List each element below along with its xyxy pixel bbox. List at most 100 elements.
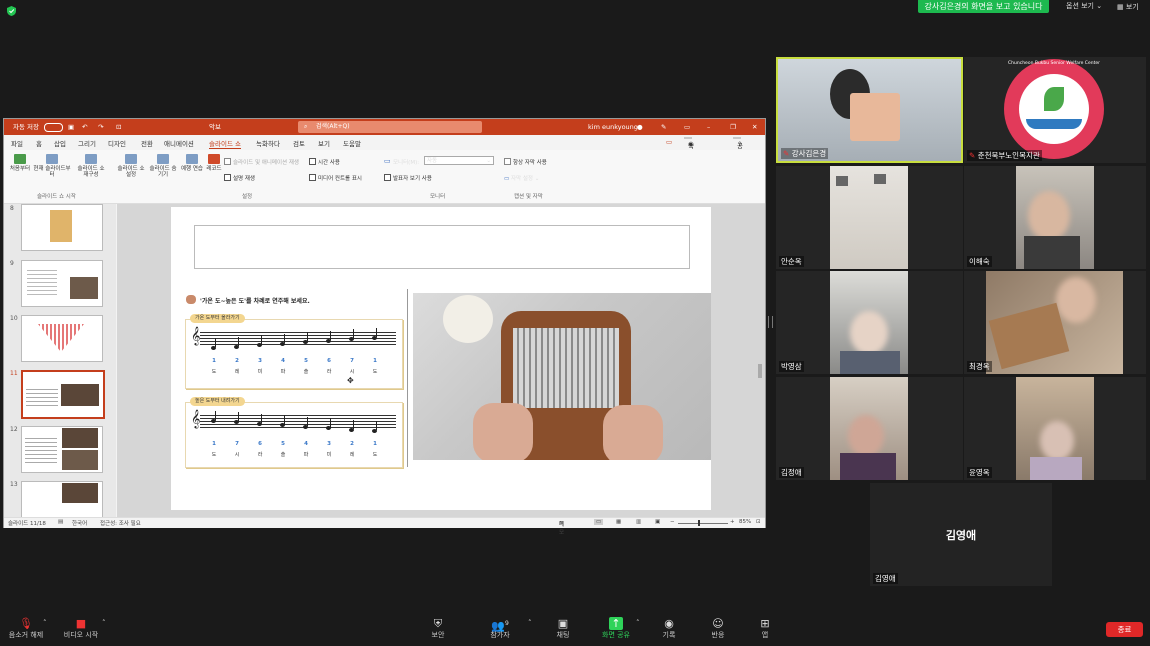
- record-icon: ◉: [664, 617, 674, 630]
- slide-thumbnail-8[interactable]: [21, 204, 103, 251]
- tab-file[interactable]: 파일: [11, 138, 23, 148]
- tab-review[interactable]: 검토: [293, 138, 305, 148]
- participant-tile-9[interactable]: 김영애 김영애: [870, 483, 1052, 586]
- custom-show-button[interactable]: 슬라이드 쇼 재구성: [76, 154, 106, 178]
- tab-home[interactable]: 홈: [36, 138, 42, 148]
- participant-tile-5[interactable]: 박영삼: [776, 271, 963, 374]
- undo-icon[interactable]: ↶: [82, 119, 87, 135]
- zoom-in-icon[interactable]: +: [730, 519, 735, 525]
- slide-thumbnail-10[interactable]: [21, 315, 103, 362]
- doc-title[interactable]: 악보: [209, 119, 221, 135]
- apps-button[interactable]: ⊞ 앱: [759, 617, 771, 640]
- media-controls-checkbox[interactable]: 미디어 컨트롤 표시: [309, 174, 362, 182]
- participant-tile-1[interactable]: ✎ 강사김은경: [776, 57, 963, 163]
- tab-animations[interactable]: 애니메이션: [164, 138, 194, 148]
- security-shield-icon[interactable]: [7, 6, 16, 16]
- always-captions-checkbox[interactable]: 항상 자막 사용: [504, 158, 547, 166]
- zoom-level[interactable]: 85%: [739, 519, 751, 525]
- chat-icon: ▣: [557, 617, 569, 630]
- zoom-slider[interactable]: [678, 523, 728, 524]
- redo-icon[interactable]: ↷: [98, 119, 103, 135]
- setup-label: 슬라이드 쇼 설정: [117, 166, 145, 178]
- tab-help[interactable]: 도움말: [343, 138, 361, 148]
- language[interactable]: 한국어: [72, 519, 87, 527]
- spell-icon[interactable]: ▤: [58, 519, 63, 525]
- tab-view[interactable]: 보기: [318, 138, 330, 148]
- participant-tile-2[interactable]: Chuncheon Bukbu Senior Welfare Center ✎ …: [964, 57, 1146, 163]
- from-current-button[interactable]: 현재 슬라이드부터: [33, 154, 71, 178]
- zoom-thumb[interactable]: [698, 520, 700, 526]
- share-chevron[interactable]: ˄: [636, 619, 640, 627]
- participant-tile-7[interactable]: 김정애: [776, 377, 963, 480]
- rehearse-button[interactable]: 예행 연습: [181, 154, 203, 172]
- hide-slide-icon: [157, 154, 169, 164]
- tab-record[interactable]: 녹화하다: [256, 138, 280, 148]
- tab-slideshow[interactable]: 슬라이드 쇼: [209, 138, 241, 149]
- end-meeting-button[interactable]: 종료: [1106, 622, 1143, 637]
- minimize-icon[interactable]: –: [707, 119, 710, 135]
- narration-checkbox[interactable]: 설명 재생: [224, 174, 255, 182]
- share-button[interactable]: ⇪ 공유: [733, 137, 743, 160]
- reading-view-icon[interactable]: ▥: [636, 519, 641, 525]
- audio-options-chevron[interactable]: ˄: [43, 619, 47, 627]
- record-meeting-button[interactable]: ◉ 기록: [660, 617, 678, 640]
- hide-slide-button[interactable]: 슬라이드 숨기기: [149, 154, 177, 178]
- participant-tile-6[interactable]: 최경옥: [964, 271, 1146, 374]
- view-options-button[interactable]: 옵션 보기 ⌄: [1066, 0, 1102, 13]
- tab-design[interactable]: 디자인: [108, 138, 126, 148]
- use-timings-checkbox[interactable]: 시간 사용: [309, 158, 340, 166]
- avatar[interactable]: ●: [637, 119, 643, 135]
- participant-tile-3[interactable]: 안순옥: [776, 166, 963, 269]
- record-slide-button[interactable]: 레코드: [204, 154, 224, 172]
- restore-icon[interactable]: ❐: [730, 119, 736, 135]
- empty-text-placeholder[interactable]: [194, 225, 690, 269]
- pen-icon[interactable]: ✎: [661, 119, 666, 135]
- zoom-out-icon[interactable]: −: [670, 519, 675, 525]
- participant-tile-8[interactable]: 윤영옥: [964, 377, 1146, 480]
- slide-thumbnail-12[interactable]: [21, 426, 103, 473]
- save-icon[interactable]: ▣: [68, 119, 74, 135]
- slide-sorter-icon[interactable]: ▦: [616, 519, 621, 525]
- ribbon-display-icon[interactable]: ▭: [684, 119, 690, 135]
- participants-button[interactable]: 👥9 참가자: [488, 617, 512, 640]
- share-screen-button[interactable]: ↑ 화면 공유: [599, 617, 633, 640]
- search-box[interactable]: ⌕ 검색(Alt+Q): [298, 121, 482, 133]
- slide-11[interactable]: '가온 도~높은 도'를 차례로 연주해 보세요. 가온 도부터 올라가기 𝄞 …: [171, 207, 711, 510]
- user-name[interactable]: kim eunkyoung: [588, 119, 638, 135]
- slide-counter: 슬라이드 11/18: [8, 521, 46, 527]
- present-icon[interactable]: ⊡: [116, 119, 121, 135]
- tab-insert[interactable]: 삽입: [54, 138, 66, 148]
- participant-tile-4[interactable]: 이해숙: [964, 166, 1146, 269]
- tab-draw[interactable]: 그리기: [78, 138, 96, 148]
- setup-show-button[interactable]: 슬라이드 쇼 설정: [116, 154, 146, 178]
- play-narration-checkbox[interactable]: 슬라이드 및 애니메이션 재생: [224, 158, 299, 166]
- unmute-button[interactable]: 🎙 음소거 해제: [8, 617, 44, 640]
- video-options-chevron[interactable]: ˄: [102, 619, 106, 627]
- record-button[interactable]: ◉ 녹화하다: [684, 137, 694, 180]
- autosave-toggle[interactable]: [44, 123, 63, 132]
- slide-thumbnail-13[interactable]: [21, 481, 103, 518]
- slide-thumbnail-11[interactable]: [21, 370, 105, 419]
- close-icon[interactable]: ✕: [752, 119, 757, 135]
- from-start-button[interactable]: 처음부터: [7, 154, 33, 172]
- participants-chevron[interactable]: ˄: [528, 619, 532, 627]
- slide-thumbnail-9[interactable]: [21, 260, 103, 307]
- panel-splitter[interactable]: [768, 316, 773, 328]
- powerpoint-window: 자동 저장 ▣ ↶ ↷ ⊡ 악보 ⌕ 검색(Alt+Q) kim eunkyou…: [3, 118, 766, 536]
- monitor-select[interactable]: 자동 ⌄: [424, 156, 494, 165]
- comment-icon[interactable]: ▭: [666, 138, 672, 146]
- caption-settings-button[interactable]: ▭ 자막 설정 ⌄: [504, 174, 539, 182]
- slideshow-view-icon[interactable]: ▣: [655, 519, 660, 525]
- tab-transitions[interactable]: 전환: [141, 138, 153, 148]
- normal-view-icon[interactable]: ▭: [594, 519, 604, 525]
- security-button[interactable]: ⛨ 보안: [428, 617, 448, 640]
- reactions-button[interactable]: ☺ 반응: [709, 617, 727, 640]
- fit-slide-icon[interactable]: ⊡: [756, 519, 761, 525]
- accessibility-status[interactable]: 접근성: 조사 필요: [100, 519, 141, 527]
- start-video-button[interactable]: ■ 비디오 시작: [63, 617, 99, 640]
- view-button[interactable]: ▦ 보기: [1117, 1, 1139, 14]
- thumb-number: 10: [10, 315, 18, 322]
- presenter-view-checkbox[interactable]: 발표자 보기 사용: [384, 174, 432, 182]
- chat-button[interactable]: ▣ 채팅: [554, 617, 572, 640]
- vertical-scrollbar[interactable]: [758, 364, 762, 378]
